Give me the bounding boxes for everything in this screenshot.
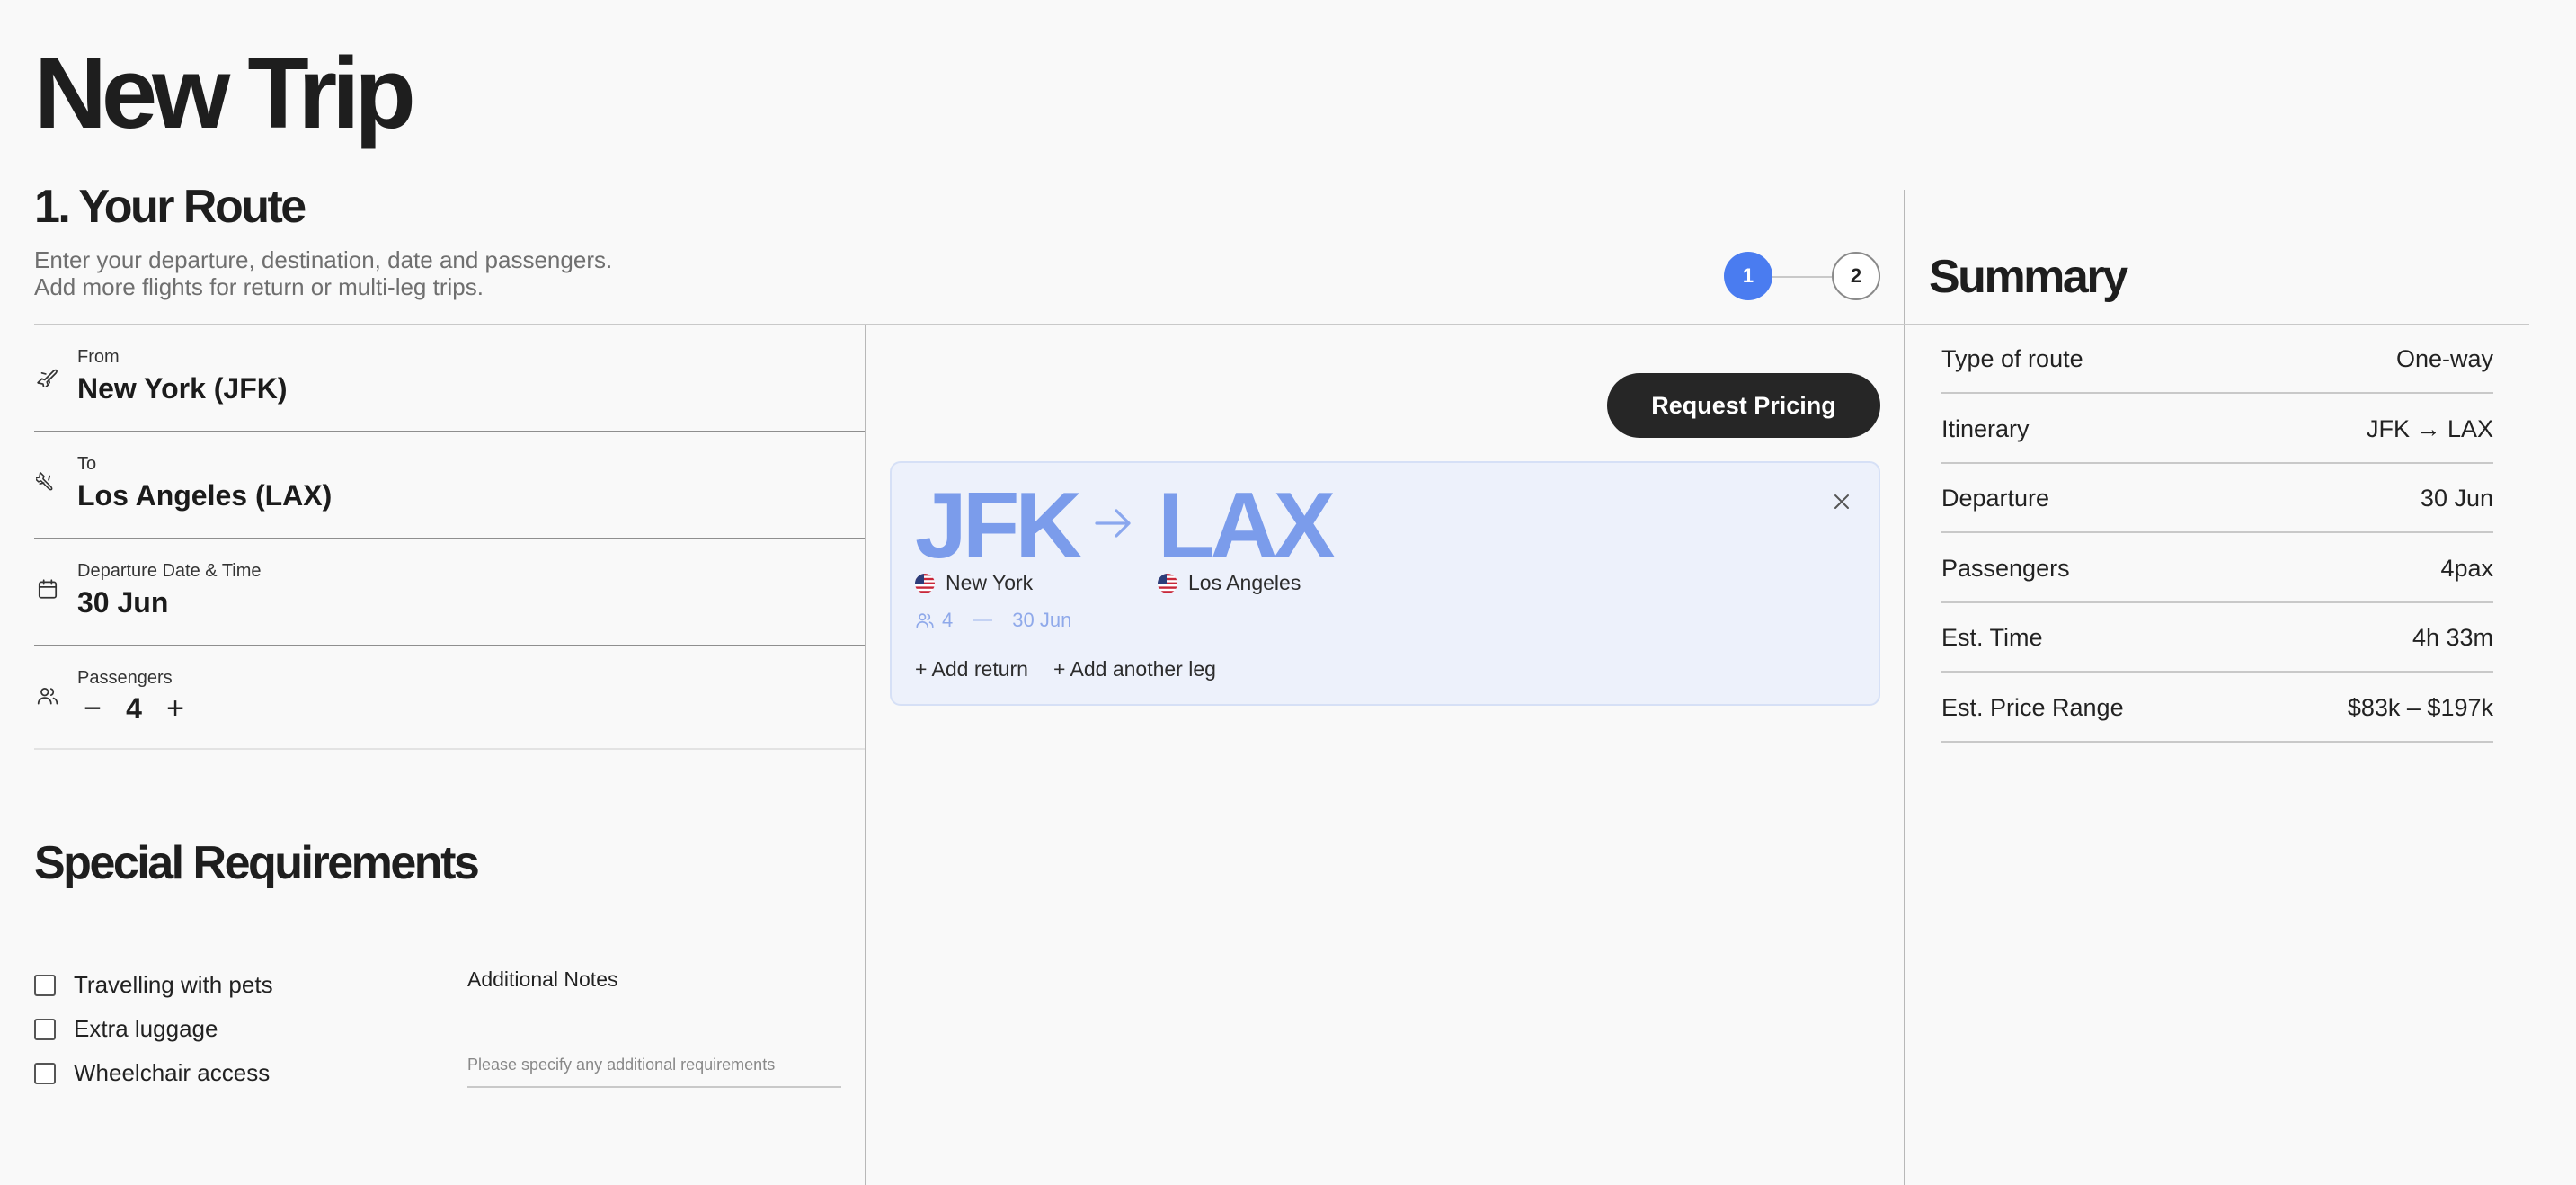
- summary-label: Passengers: [1941, 554, 2070, 582]
- plane-takeoff-icon: [37, 369, 58, 387]
- from-airport-code: JFK: [915, 474, 1082, 578]
- us-flag-icon: [1158, 573, 1177, 593]
- step-2[interactable]: 2: [1832, 252, 1880, 300]
- summary-value: $83k – $197k: [2347, 693, 2493, 721]
- summary-row: Passengers 4pax: [1941, 535, 2493, 603]
- departure-date-field[interactable]: Departure Date & Time 30 Jun: [34, 539, 865, 646]
- decrement-passengers-button[interactable]: −: [77, 691, 108, 726]
- summary-value: 4h 33m: [2412, 623, 2493, 651]
- summary-row: Itinerary JFK → LAX: [1941, 396, 2493, 464]
- summary-divider: [1904, 190, 1905, 1185]
- additional-notes-label: Additional Notes: [467, 967, 618, 991]
- to-label: To: [77, 454, 97, 474]
- from-field[interactable]: From New York (JFK): [34, 325, 865, 432]
- luggage-option[interactable]: Extra luggage: [34, 1015, 218, 1043]
- to-field[interactable]: To Los Angeles (LAX): [34, 432, 865, 539]
- route-intro-line-1: Enter your departure, destination, date …: [34, 246, 613, 273]
- summary-row: Departure 30 Jun: [1941, 465, 2493, 533]
- page-title: New Trip: [34, 37, 416, 149]
- date-value: 30 Jun: [77, 586, 169, 619]
- wheelchair-checkbox[interactable]: [34, 1062, 56, 1084]
- users-icon: [916, 613, 934, 628]
- special-requirements-title: Special Requirements: [34, 837, 480, 889]
- luggage-label: Extra luggage: [74, 1015, 218, 1042]
- increment-passengers-button[interactable]: +: [160, 691, 191, 726]
- us-flag-icon: [915, 573, 935, 593]
- arrow-right-icon: [1095, 509, 1131, 538]
- to-city: Los Angeles: [1158, 571, 1301, 595]
- summary-value: One-way: [2395, 344, 2493, 372]
- to-airport-code: LAX: [1158, 474, 1336, 578]
- route-actions: + Add return + Add another leg: [915, 657, 1241, 682]
- summary-row: Type of route One-way: [1941, 325, 2493, 394]
- summary-title: Summary: [1929, 251, 2128, 303]
- pets-checkbox[interactable]: [34, 974, 56, 996]
- summary-label: Departure: [1941, 484, 2050, 512]
- route-date: 30 Jun: [1012, 609, 1072, 631]
- form-column-divider: [865, 325, 866, 1185]
- plane-landing-icon: [36, 472, 53, 491]
- additional-notes-input[interactable]: [467, 1043, 841, 1088]
- step-1[interactable]: 1: [1724, 252, 1772, 300]
- wheelchair-option[interactable]: Wheelchair access: [34, 1059, 270, 1087]
- summary-row: Est. Time 4h 33m: [1941, 604, 2493, 673]
- route-passenger-count: 4: [942, 609, 954, 631]
- request-pricing-button[interactable]: Request Pricing: [1607, 373, 1880, 438]
- pets-label: Travelling with pets: [74, 971, 273, 998]
- add-return-link[interactable]: + Add return: [915, 657, 1028, 682]
- from-city: New York: [915, 571, 1033, 595]
- summary-label: Itinerary: [1941, 414, 2030, 442]
- close-icon[interactable]: [1832, 492, 1852, 512]
- wheelchair-label: Wheelchair access: [74, 1059, 271, 1086]
- route-section-title: 1. Your Route: [34, 181, 306, 233]
- route-intro: Enter your departure, destination, date …: [34, 246, 612, 300]
- from-value: New York (JFK): [77, 372, 288, 405]
- summary-label: Est. Price Range: [1941, 693, 2124, 721]
- summary-label: Type of route: [1941, 344, 2083, 372]
- pets-option[interactable]: Travelling with pets: [34, 971, 273, 999]
- users-icon: [37, 688, 58, 705]
- summary-value: 4pax: [2440, 554, 2493, 582]
- passenger-stepper: − 4 +: [77, 689, 191, 728]
- from-city-name: New York: [946, 571, 1034, 594]
- summary-value: 30 Jun: [2420, 484, 2493, 512]
- summary-label: Est. Time: [1941, 623, 2043, 651]
- date-label: Departure Date & Time: [77, 561, 262, 581]
- route-meta: 4 30 Jun: [915, 609, 1071, 632]
- route-intro-line-2: Add more flights for return or multi-leg…: [34, 273, 484, 300]
- to-city-name: Los Angeles: [1188, 571, 1301, 594]
- from-label: From: [77, 347, 120, 367]
- summary-value: JFK → LAX: [2366, 414, 2493, 442]
- summary-row: Est. Price Range $83k – $197k: [1941, 674, 2493, 743]
- route-card: JFK LAX New York Los Angeles 4 30 Jun + …: [890, 461, 1880, 706]
- step-connector: [1772, 276, 1832, 278]
- luggage-checkbox[interactable]: [34, 1018, 56, 1040]
- progress-stepper: 1 2: [1724, 252, 1882, 302]
- passengers-label: Passengers: [77, 668, 173, 688]
- field-divider: [34, 748, 865, 750]
- passenger-count: 4: [126, 691, 142, 725]
- calendar-icon: [38, 579, 58, 599]
- to-value: Los Angeles (LAX): [77, 479, 333, 512]
- add-leg-link[interactable]: + Add another leg: [1053, 657, 1216, 682]
- meta-separator: [973, 619, 993, 621]
